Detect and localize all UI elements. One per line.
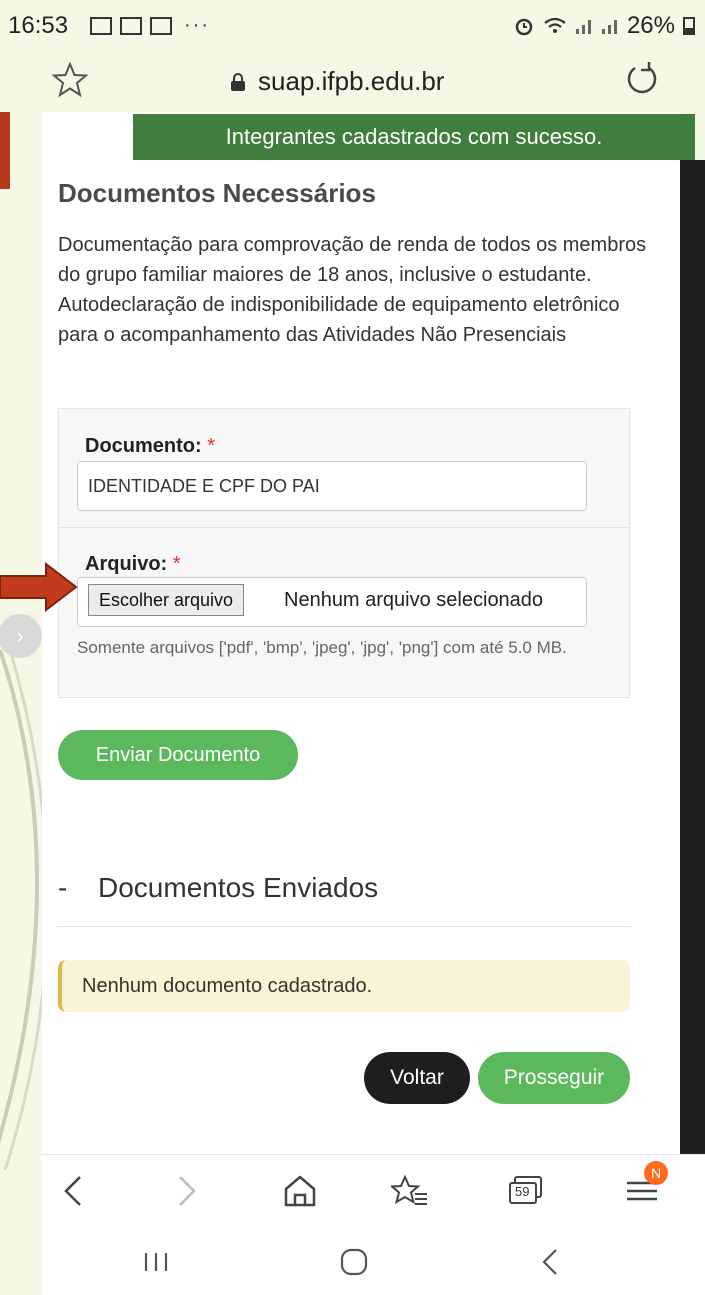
sent-documents-title: Documentos Enviados [98,872,379,903]
status-bar: 16:53 ··· 26% [0,0,705,50]
required-mark: * [207,435,216,457]
forward-nav-button[interactable] [164,1169,208,1213]
page-edge-dark [680,160,705,1154]
url-field[interactable]: suap.ifpb.edu.br [230,66,444,97]
divider [58,926,630,927]
description-line-1: Documentação para comprovação de renda d… [58,234,647,286]
laptop-icon [90,16,112,35]
file-status-text: Nenhum arquivo selecionado [284,589,544,611]
documents-description: Documentação para comprovação de renda d… [58,230,648,350]
status-right: 26% [513,12,695,40]
home-button[interactable] [278,1169,322,1213]
tabs-button[interactable]: 59 [504,1169,548,1213]
upload-form-panel: Documento: * IDENTIDADE E CPF DO PAI Arq… [58,408,630,698]
signal-icon-2 [601,20,617,34]
url-text: suap.ifpb.edu.br [258,66,445,96]
sent-documents-toggle[interactable]: - Documentos Enviados [58,872,378,904]
document-select[interactable]: IDENTIDADE E CPF DO PAI [77,461,587,511]
send-document-button[interactable]: Enviar Documento [58,730,298,780]
chevron-left-icon [64,1176,81,1206]
status-time: 16:53 [8,12,69,39]
mail-icon [150,16,172,35]
alarm-icon [515,18,533,36]
annotation-arrow-icon [0,562,78,612]
side-panel-toggle[interactable]: › [0,614,42,658]
bookmark-star-icon[interactable] [50,60,90,100]
section-title-required-documents: Documentos Necessários [58,178,376,208]
file-input[interactable]: Escolher arquivo Nenhum arquivo selecion… [77,577,587,627]
form-divider [59,527,629,528]
recent-apps-button[interactable] [134,1240,178,1284]
document-label-text: Documento: [85,435,202,457]
file-help-text: Somente arquivos ['pdf', 'bmp', 'jpeg', … [77,638,567,657]
file-label-text: Arquivo: [85,553,168,575]
file-label: Arquivo: * [85,553,181,576]
battery-percent: 26% [626,12,675,39]
address-bar: suap.ifpb.edu.br [0,50,705,112]
required-mark: * [172,553,181,575]
image-icon [120,16,142,35]
chevron-right-icon [179,1176,196,1206]
bookmarks-button[interactable] [388,1169,432,1213]
lock-icon [231,72,245,91]
success-toast: Integrantes cadastrados com sucesso. [133,114,695,160]
recent-apps-icon [144,1253,168,1271]
menu-button[interactable]: N [620,1161,668,1213]
browser-toolbar: 59 N [42,1154,705,1227]
back-button[interactable]: Voltar [364,1052,470,1104]
system-navigation-bar [42,1226,705,1295]
back-nav-button[interactable] [52,1169,96,1213]
home-icon [284,1175,316,1207]
document-label: Documento: * [85,435,215,458]
notification-icons: ··· [90,14,210,37]
signal-icon-1 [575,20,591,34]
more-notifications-icon: ··· [184,14,210,36]
collapse-dash-icon: - [58,872,68,903]
menu-badge: N [644,1161,668,1185]
choose-file-button[interactable]: Escolher arquivo [88,584,245,616]
proceed-button[interactable]: Prosseguir [478,1052,630,1104]
battery-icon [683,17,695,35]
bookmarks-star-list-icon [391,1174,427,1205]
no-documents-alert: Nenhum documento cadastrado. [58,960,630,1012]
reload-icon[interactable] [623,60,661,98]
back-system-button[interactable] [528,1240,572,1284]
tabs-count: 59 [515,1184,530,1199]
chevron-right-icon: › [16,623,24,648]
home-circle-icon [340,1248,368,1276]
home-nav-button[interactable] [332,1240,376,1284]
description-line-2: Autodeclaração de indisponibilidade de e… [58,294,620,346]
wifi-icon [544,17,566,33]
back-chevron-icon [542,1249,557,1275]
